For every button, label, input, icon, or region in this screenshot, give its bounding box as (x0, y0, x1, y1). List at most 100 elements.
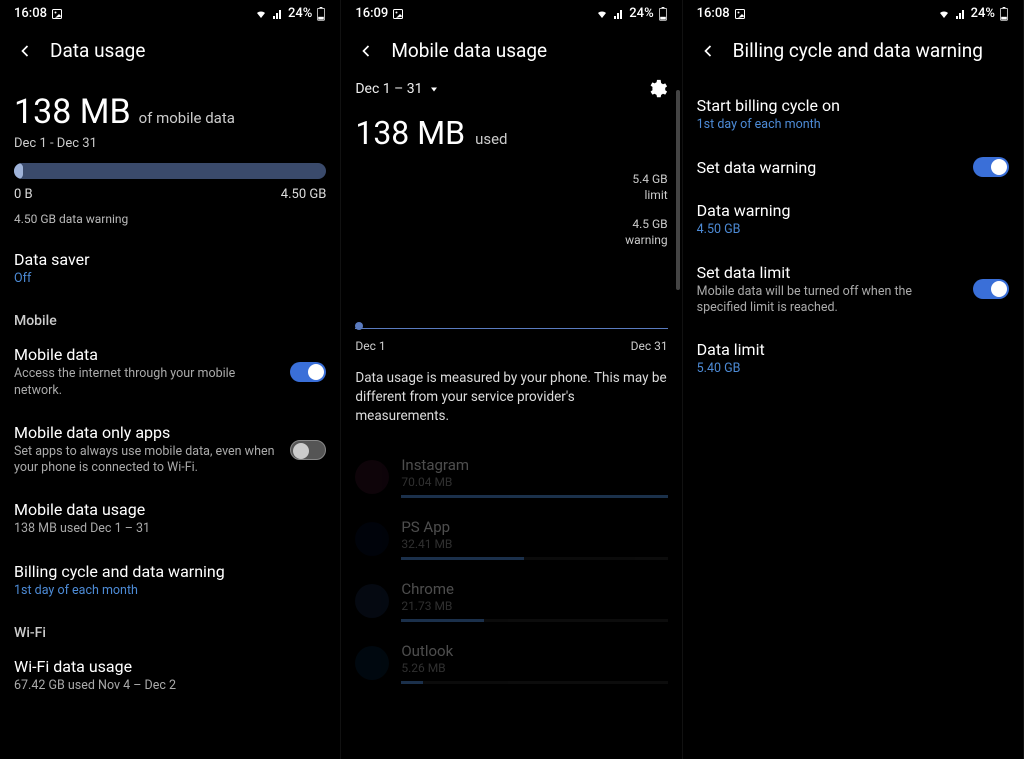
app-usage-bar (401, 619, 667, 622)
chevron-left-icon (356, 41, 376, 61)
app-icon (355, 646, 389, 680)
wifi-icon (254, 8, 268, 20)
app-row[interactable]: Outlook5.26 MB (341, 632, 681, 694)
page-title: Billing cycle and data warning (733, 39, 983, 62)
limit-value: 5.4 GB (341, 172, 667, 188)
set-data-warning-toggle[interactable] (973, 157, 1009, 177)
usage-progress (14, 163, 326, 179)
date-range-dropdown[interactable]: Dec 1 – 31 (355, 81, 440, 97)
warning-label: warning (341, 233, 667, 249)
status-bar: 16:08 24% (0, 0, 340, 25)
warning-text: 4.50 GB data warning (14, 212, 326, 226)
set-data-warning-title: Set data warning (697, 158, 817, 177)
data-limit-title: Data limit (697, 340, 1009, 359)
wifi-usage-item[interactable]: Wi-Fi data usage 67.42 GB used Nov 4 – D… (14, 645, 326, 706)
mobile-data-usage-item[interactable]: Mobile data usage 138 MB used Dec 1 – 31 (14, 488, 326, 549)
mobile-only-toggle[interactable] (290, 440, 326, 460)
set-data-limit-desc: Mobile data will be turned off when the … (697, 284, 963, 317)
status-bar: 16:09 24% (341, 0, 681, 25)
total-usage: 138 MB used (341, 114, 681, 152)
status-bar: 16:08 24% (683, 0, 1023, 25)
app-name: Chrome (401, 580, 667, 598)
back-button[interactable] (697, 40, 719, 62)
used-label: used (475, 130, 507, 148)
back-button[interactable] (14, 40, 36, 62)
chart-line (355, 328, 667, 329)
usage-progress-fill (14, 163, 23, 179)
mobile-only-apps-item[interactable]: Mobile data only apps Set apps to always… (14, 411, 326, 489)
date-range-label: Dec 1 – 31 (355, 81, 422, 97)
wifi-icon (595, 8, 609, 20)
set-data-warning-item[interactable]: Set data warning (683, 145, 1023, 189)
app-name: Outlook (401, 642, 667, 660)
data-warning-item[interactable]: Data warning 4.50 GB (683, 189, 1023, 250)
scrollbar[interactable] (676, 90, 680, 290)
app-usage-bar (401, 681, 667, 684)
signal-icon (955, 8, 967, 20)
mobile-usage-desc: 138 MB used Dec 1 – 31 (14, 521, 326, 537)
app-usage-bar (401, 557, 667, 560)
app-row[interactable]: Instagram70.04 MB (341, 446, 681, 508)
data-warning-value: 4.50 GB (697, 222, 1009, 238)
mobile-only-title: Mobile data only apps (14, 423, 280, 442)
signal-icon (272, 8, 284, 20)
billing-cycle-value: 1st day of each month (697, 117, 1009, 133)
app-icon (355, 522, 389, 556)
panel-data-usage: 16:08 24% Data usage 138 MB of mobile da… (0, 0, 341, 759)
clock: 16:09 (355, 6, 388, 21)
battery-icon (999, 7, 1009, 21)
chevron-left-icon (698, 41, 718, 61)
mobile-data-item[interactable]: Mobile data Access the internet through … (14, 333, 326, 411)
app-icon (355, 460, 389, 494)
progress-max: 4.50 GB (281, 187, 327, 202)
mobile-data-title: Mobile data (14, 345, 280, 364)
settings-button[interactable] (646, 78, 668, 100)
app-row[interactable]: Chrome21.73 MB (341, 570, 681, 632)
set-data-limit-toggle[interactable] (973, 279, 1009, 299)
battery-icon (658, 7, 668, 21)
chevron-down-icon (428, 83, 440, 95)
usage-chart: Dec 1 Dec 31 (341, 328, 681, 353)
billing-cycle-start-item[interactable]: Start billing cycle on 1st day of each m… (683, 84, 1023, 145)
chevron-left-icon (15, 41, 35, 61)
total-usage: 138 MB of mobile data (14, 92, 326, 132)
chart-start: Dec 1 (355, 339, 385, 353)
data-saver-item[interactable]: Data saver Off (14, 238, 326, 299)
header: Data usage (0, 25, 340, 72)
battery-icon (316, 7, 326, 21)
panel-billing-cycle: 16:08 24% Billing cycle and data warning… (683, 0, 1024, 759)
data-saver-title: Data saver (14, 250, 326, 269)
apps-list: Instagram70.04 MBPS App32.41 MBChrome21.… (341, 446, 681, 694)
wifi-usage-title: Wi-Fi data usage (14, 657, 326, 676)
app-name: Instagram (401, 456, 667, 474)
app-name: PS App (401, 518, 667, 536)
app-icon (355, 584, 389, 618)
set-data-limit-title: Set data limit (697, 263, 963, 282)
page-title: Mobile data usage (391, 39, 547, 62)
billing-desc: 1st day of each month (14, 583, 326, 599)
mobile-section-label: Mobile (14, 299, 326, 333)
panel-mobile-data-usage: 16:09 24% Mobile data usage Dec 1 – 31 1… (341, 0, 682, 759)
image-icon (51, 8, 63, 20)
set-data-limit-item[interactable]: Set data limit Mobile data will be turne… (683, 251, 1023, 329)
data-warning-title: Data warning (697, 201, 1009, 220)
billing-cycle-item[interactable]: Billing cycle and data warning 1st day o… (14, 550, 326, 611)
threshold-labels: 5.4 GB limit 4.5 GB warning (341, 172, 681, 248)
back-button[interactable] (355, 40, 377, 62)
clock: 16:08 (14, 6, 47, 21)
data-limit-item[interactable]: Data limit 5.40 GB (683, 328, 1023, 389)
billing-title: Billing cycle and data warning (14, 562, 326, 581)
app-row[interactable]: PS App32.41 MB (341, 508, 681, 570)
limit-label: limit (341, 188, 667, 204)
usage-suffix: of mobile data (139, 109, 235, 127)
battery-percent: 24% (971, 6, 995, 21)
date-range: Dec 1 - Dec 31 (14, 136, 326, 151)
usage-amount: 138 MB (355, 114, 465, 152)
mobile-data-desc: Access the internet through your mobile … (14, 366, 280, 399)
page-title: Data usage (50, 39, 145, 62)
clock: 16:08 (697, 6, 730, 21)
app-usage-bar (401, 495, 667, 498)
progress-labels: 0 B 4.50 GB (14, 187, 326, 202)
progress-min: 0 B (14, 187, 33, 202)
mobile-data-toggle[interactable] (290, 362, 326, 382)
